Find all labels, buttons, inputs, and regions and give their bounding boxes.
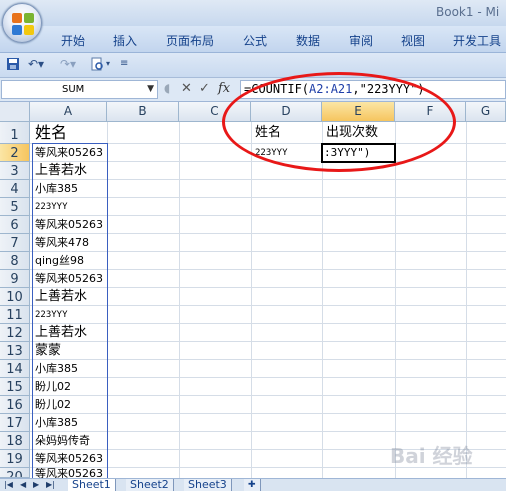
row-header-14[interactable]: 14 <box>0 360 30 378</box>
tab-page-layout[interactable]: 页面布局 <box>166 32 214 49</box>
first-sheet-icon[interactable]: |◀ <box>4 480 13 489</box>
row-header-13[interactable]: 13 <box>0 342 30 360</box>
enter-icon[interactable]: ✓ <box>199 81 210 96</box>
cell-a8[interactable]: qing丝98 <box>33 252 107 270</box>
grid-line <box>466 122 467 478</box>
sheet-tab-bar: |◀ ◀ ▶ ▶| Sheet1 Sheet2 Sheet3 ✚ <box>0 478 506 491</box>
tab-developer[interactable]: 开发工具 <box>453 32 501 49</box>
row-header-6[interactable]: 6 <box>0 216 30 234</box>
red-highlight-ellipse <box>222 72 456 172</box>
last-sheet-icon[interactable]: ▶| <box>46 480 55 489</box>
cell-a3[interactable]: 上善若水 <box>33 162 107 180</box>
cell-a12[interactable]: 上善若水 <box>33 324 107 342</box>
previous-sheet-icon[interactable]: ◀ <box>20 480 26 489</box>
chevron-down-icon[interactable]: ▾ <box>106 59 110 75</box>
row-header-7[interactable]: 7 <box>0 234 30 252</box>
tab-formulas[interactable]: 公式 <box>243 32 267 49</box>
customize-toolbar-icon[interactable]: ≡ <box>120 58 128 74</box>
cell-a18[interactable]: 朵妈妈传奇 <box>33 432 107 450</box>
print-preview-icon[interactable] <box>90 57 104 73</box>
office-logo-icon <box>12 13 34 35</box>
tab-insert[interactable]: 插入 <box>113 32 137 49</box>
next-sheet-icon[interactable]: ▶ <box>33 480 39 489</box>
cell-a4[interactable]: 小库385 <box>33 180 107 198</box>
sheet-tab-sheet3[interactable]: Sheet3 <box>184 479 232 491</box>
row-header-12[interactable]: 12 <box>0 324 30 342</box>
tab-home[interactable]: 开始 <box>61 32 85 49</box>
redo-icon[interactable]: ↷▾ <box>60 57 76 73</box>
cancel-icon[interactable]: ✕ <box>181 81 192 96</box>
title-bar: Book1 - Mi <box>0 0 506 26</box>
cell-a5[interactable]: 223YYY <box>33 198 107 216</box>
row-header-20[interactable]: 20 <box>0 468 30 478</box>
tab-review[interactable]: 审阅 <box>349 32 373 49</box>
row-header-15[interactable]: 15 <box>0 378 30 396</box>
sheet-tab-sheet1[interactable]: Sheet1 <box>68 479 116 491</box>
name-box-value: SUM <box>62 84 85 95</box>
cell-a7[interactable]: 等风来478 <box>33 234 107 252</box>
sheet-tab-sheet2[interactable]: Sheet2 <box>126 479 174 491</box>
column-header-a[interactable]: A <box>30 102 107 122</box>
resize-handle-icon[interactable]: ◖ <box>164 81 170 95</box>
cell-a2[interactable]: 等风来05263 <box>33 144 107 162</box>
cell-a13[interactable]: 蒙蒙 <box>33 342 107 360</box>
grid-line <box>395 122 396 478</box>
insert-sheet-icon[interactable]: ✚ <box>244 479 261 491</box>
cell-a1[interactable]: 姓名 <box>33 122 107 144</box>
cell-a11[interactable]: 223YYY <box>33 306 107 324</box>
row-header-19[interactable]: 19 <box>0 450 30 468</box>
row-header-17[interactable]: 17 <box>0 414 30 432</box>
column-header-g[interactable]: G <box>466 102 506 122</box>
undo-icon[interactable]: ↶▾ <box>28 57 44 73</box>
cell-a20[interactable]: 等风来05263 <box>33 468 107 478</box>
office-button[interactable] <box>2 3 42 43</box>
row-header-4[interactable]: 4 <box>0 180 30 198</box>
cell-a16[interactable]: 盼儿02 <box>33 396 107 414</box>
row-header-9[interactable]: 9 <box>0 270 30 288</box>
grid-line <box>179 122 180 478</box>
cell-a6[interactable]: 等风来05263 <box>33 216 107 234</box>
row-header-2[interactable]: 2 <box>0 144 30 162</box>
cell-a14[interactable]: 小库385 <box>33 360 107 378</box>
window-title: Book1 - Mi <box>436 5 500 19</box>
cell-a9[interactable]: 等风来05263 <box>33 270 107 288</box>
grid-line <box>322 122 323 478</box>
insert-function-icon[interactable]: fx <box>218 81 230 96</box>
save-icon[interactable] <box>6 57 20 73</box>
row-header-11[interactable]: 11 <box>0 306 30 324</box>
column-header-b[interactable]: B <box>107 102 179 122</box>
name-box[interactable]: SUM ▼ <box>1 80 158 99</box>
cell-a15[interactable]: 盼儿02 <box>33 378 107 396</box>
ribbon-tab-bar: 开始 插入 页面布局 公式 数据 审阅 视图 开发工具 <box>0 26 506 53</box>
tab-data[interactable]: 数据 <box>296 32 320 49</box>
tab-view[interactable]: 视图 <box>401 32 425 49</box>
row-header-1[interactable]: 1 <box>0 122 30 144</box>
row-header-18[interactable]: 18 <box>0 432 30 450</box>
row-header-8[interactable]: 8 <box>0 252 30 270</box>
row-header-10[interactable]: 10 <box>0 288 30 306</box>
cell-a17[interactable]: 小库385 <box>33 414 107 432</box>
row-header-5[interactable]: 5 <box>0 198 30 216</box>
row-header-3[interactable]: 3 <box>0 162 30 180</box>
chevron-down-icon[interactable]: ▼ <box>147 81 154 98</box>
select-all-corner[interactable] <box>0 102 30 122</box>
row-header-16[interactable]: 16 <box>0 396 30 414</box>
quick-access-toolbar: ↶▾ ↷▾ ▾ ≡ <box>0 53 506 78</box>
watermark-logo: Bai 经验 <box>390 444 473 468</box>
grid-line <box>251 122 252 478</box>
cell-a10[interactable]: 上善若水 <box>33 288 107 306</box>
cell-a19[interactable]: 等风来05263 <box>33 450 107 468</box>
